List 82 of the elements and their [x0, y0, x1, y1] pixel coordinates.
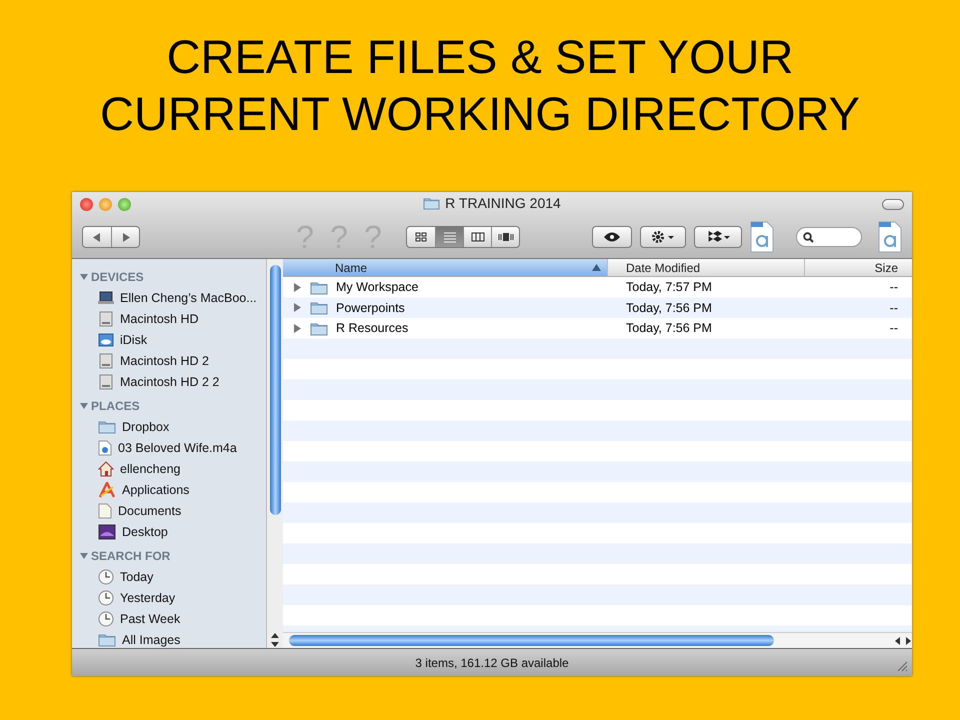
column-header[interactable]: Date Modified: [608, 259, 805, 276]
search-field[interactable]: [796, 227, 862, 247]
size-cell-text: --: [888, 280, 899, 294]
date-modified-cell-text: Today, 7:56 PM: [625, 300, 713, 315]
disclosure-triangle-icon[interactable]: [294, 303, 302, 312]
hard-drive-icon: [98, 352, 114, 368]
columns-icon: [470, 232, 484, 242]
action-menu-button[interactable]: [640, 226, 686, 248]
document-icon: [98, 502, 112, 518]
folder-icon: [98, 632, 116, 647]
back-forward-control[interactable]: [82, 226, 140, 248]
sidebar-heading: SEARCH FOR: [91, 549, 170, 563]
laptop-icon: [98, 290, 114, 304]
sidebar-item[interactable]: iDisk: [120, 332, 148, 346]
toolbar-toggle-button[interactable]: [882, 198, 904, 210]
disclosure-triangle-icon[interactable]: [294, 324, 302, 333]
folder-icon: [423, 196, 440, 210]
quick-look-button[interactable]: [592, 226, 632, 248]
house-icon: [98, 460, 114, 476]
eye-icon: [603, 232, 621, 242]
word-document-icon[interactable]: [878, 221, 902, 253]
sidebar-item[interactable]: ellencheng: [120, 462, 180, 476]
disclosure-triangle-icon[interactable]: [80, 402, 88, 410]
status-text: 3 items, 161.12 GB available: [415, 656, 569, 670]
file-name[interactable]: R Resources: [336, 321, 408, 336]
back-arrow-icon: [93, 232, 101, 242]
sidebar-item[interactable]: Macintosh HD 2 2: [120, 374, 220, 388]
folder-icon: [310, 320, 328, 336]
forward-arrow-icon: [122, 232, 130, 242]
column-header[interactable]: Name: [283, 259, 608, 276]
cover-flow-icon: [498, 232, 514, 242]
sidebar-heading: DEVICES: [91, 270, 144, 284]
clock-icon: [98, 610, 114, 626]
file-name[interactable]: Powerpoints: [336, 300, 405, 315]
sidebar-item[interactable]: All Images: [122, 632, 180, 646]
sidebar-item[interactable]: Today: [120, 570, 154, 584]
horizontal-scrollbar[interactable]: [283, 632, 912, 648]
folder-icon: [98, 419, 116, 434]
folder-icon: [310, 300, 328, 316]
gear-icon: [651, 230, 675, 244]
date-modified-cell-text: Today, 7:56 PM: [625, 321, 713, 336]
sidebar-heading: PLACES: [91, 399, 140, 413]
file-name[interactable]: My Workspace: [336, 280, 418, 294]
grid-icon: [415, 232, 427, 242]
dropbox-menu-button[interactable]: [694, 226, 742, 248]
sidebar-item[interactable]: Macintosh HD 2: [120, 354, 209, 368]
slide-title: CREATE FILES & SET YOUR CURRENT WORKING DIRECTORY: [99, 29, 861, 142]
list-icon: [442, 232, 456, 242]
sidebar-item[interactable]: Yesterday: [120, 590, 176, 604]
desktop-icon: [98, 524, 116, 540]
scroll-arrows-icon[interactable]: [271, 632, 279, 648]
resize-grip-icon[interactable]: [896, 660, 908, 672]
sidebar-item[interactable]: Past Week: [120, 612, 180, 626]
clock-icon: [98, 568, 114, 584]
close-button[interactable]: [80, 198, 93, 210]
disclosure-triangle-icon[interactable]: [80, 552, 88, 560]
column-header[interactable]: Size: [805, 259, 912, 276]
size-cell-text: --: [888, 300, 899, 315]
hard-drive-icon: [98, 374, 114, 390]
sidebar-item[interactable]: Documents: [118, 504, 182, 518]
sidebar-item[interactable]: Dropbox: [122, 420, 170, 434]
pencil-a-icon: [98, 482, 116, 498]
size-cell-text: --: [888, 321, 899, 336]
sidebar-item[interactable]: Macintosh HD: [120, 312, 198, 326]
search-icon: [803, 232, 814, 242]
date-modified-cell-text: Today, 7:57 PM: [625, 280, 713, 294]
sidebar-item[interactable]: Applications: [122, 482, 190, 496]
sidebar-item[interactable]: Desktop: [122, 524, 168, 538]
scroll-arrows-icon[interactable]: [894, 636, 912, 644]
hard-drive-icon: [98, 310, 114, 326]
window-title: R TRAINING 2014: [445, 195, 561, 211]
vertical-scrollbar[interactable]: [266, 259, 283, 648]
view-mode-control[interactable]: [406, 226, 520, 248]
word-document-icon[interactable]: [750, 221, 774, 253]
audio-file-icon: [98, 440, 112, 456]
folder-icon: [310, 280, 328, 295]
sort-arrow-icon: [592, 264, 601, 271]
sidebar-item[interactable]: Ellen Cheng’s MacBoo...: [120, 290, 257, 304]
disclosure-triangle-icon[interactable]: [294, 282, 302, 292]
disclosure-triangle-icon[interactable]: [80, 273, 88, 281]
sidebar-item[interactable]: 03 Beloved Wife.m4a: [118, 440, 237, 454]
clock-icon: [98, 590, 114, 606]
